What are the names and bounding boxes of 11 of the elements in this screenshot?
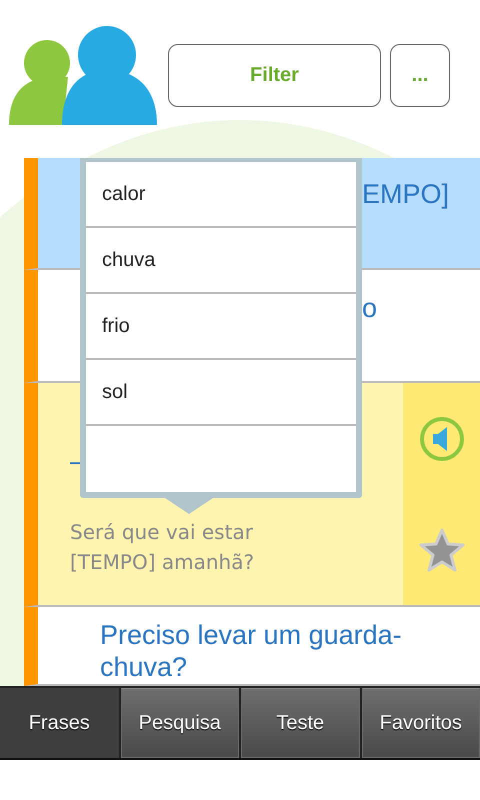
tab[interactable]: Frases	[0, 688, 118, 758]
phrase-text: o	[362, 292, 378, 324]
tab[interactable]: Favoritos	[362, 688, 480, 758]
phrase-text: Preciso levar um guarda-chuva?	[100, 619, 403, 683]
speaker-icon[interactable]	[418, 416, 464, 462]
translation-text: Será que vai estar [TEMPO] amanhã?	[70, 519, 256, 576]
phrase-text: EMPO]	[362, 178, 450, 210]
tab[interactable]: Teste	[241, 688, 360, 758]
phrase-row[interactable]: Preciso levar um guarda-chuva?	[24, 607, 480, 686]
star-icon[interactable]	[418, 526, 464, 572]
tab[interactable]: Pesquisa	[120, 688, 239, 758]
